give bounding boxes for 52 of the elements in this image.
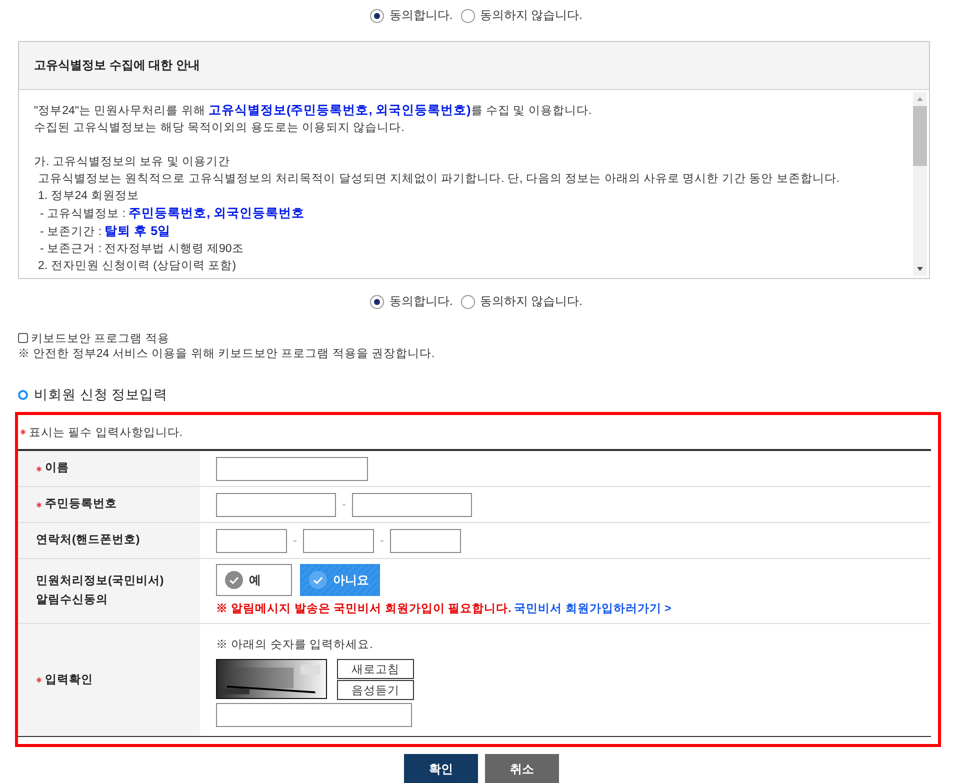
choice-button[interactable]: 예: [216, 564, 292, 596]
checkbox[interactable]: [18, 333, 28, 343]
notice-text: 고유식별정보는 원칙적으로 고유식별정보의 처리목적이 달성되면 지체없이 파기합니다. 단, 다음의 정보는 아래의 사유로 명시한 기간 동안 보존합니다.: [37, 172, 841, 187]
radio-label[interactable]: 동의합니다.: [389, 7, 453, 24]
notice-text: - 고유식별정보 : 주민등록번호, 외국인등록번호: [39, 205, 306, 222]
signup-link[interactable]: 국민비서 회원가입하러가기 >: [514, 603, 672, 615]
notice-text: 2. 전자민원 신청이력 (상담이력 포함): [37, 259, 238, 274]
field-label: 민원처리정보(국민비서) 알림수신동의: [36, 574, 164, 608]
security-note: ※ 안전한 정부24 서비스 이용을 위해 키보드보안 프로그램 적용을 권장합니다.: [18, 347, 436, 362]
captcha-button[interactable]: 새로고침: [337, 659, 414, 679]
scrollbar[interactable]: [913, 92, 927, 276]
action-button[interactable]: 확인: [404, 754, 478, 783]
notice-text: "정부24"는 민원사무처리를 위해 고유식별정보(주민등록번호, 외국인등록번호)를 수집 및 이용합니다.: [34, 102, 593, 119]
input-field[interactable]: [216, 703, 412, 727]
section-title: 비회원 신청 정보입력: [34, 386, 168, 404]
radio-button[interactable]: [370, 8, 384, 22]
field-label: 주민등록번호: [45, 497, 117, 512]
scroll-thumb[interactable]: [913, 106, 927, 166]
field-label: 이름: [45, 461, 69, 476]
input-field[interactable]: [352, 492, 472, 516]
input-field[interactable]: [390, 528, 461, 552]
radio-button[interactable]: [460, 8, 475, 22]
dash-separator: -: [292, 534, 298, 546]
required-icon: [20, 429, 26, 435]
field-label: 입력확인: [45, 672, 93, 688]
radio-label[interactable]: 동의하지 않습니다.: [480, 293, 582, 310]
dash-separator: -: [379, 534, 385, 546]
required-note: 표시는 필수 입력사항입니다.: [29, 426, 183, 440]
dash-separator: -: [341, 498, 347, 510]
notice-text: 가. 고유식별정보의 보유 및 이용기간: [34, 155, 231, 170]
input-field[interactable]: [216, 456, 368, 480]
action-button[interactable]: 취소: [485, 754, 559, 783]
warning-text: ※ 알림메시지 발송은 국민비서 회원가입이 필요합니다.: [216, 603, 512, 615]
check-icon: [225, 571, 243, 589]
notice-text: 수집된 고유식별정보는 해당 목적이외의 용도로는 이용되지 않습니다.: [34, 121, 406, 136]
check-icon: [309, 571, 327, 589]
field-label: 연락처(핸드폰번호): [36, 533, 140, 548]
notice-text: - 보존근거 : 전자정부법 시행령 제90조: [39, 242, 245, 257]
notice-text: 1. 정부24 회원정보: [37, 189, 140, 204]
radio-label[interactable]: 동의합니다.: [389, 293, 453, 310]
input-field[interactable]: [216, 492, 336, 516]
radio-button[interactable]: [460, 294, 475, 308]
input-field[interactable]: [216, 528, 287, 552]
notice-title: 고유식별정보 수집에 대한 안내: [19, 42, 929, 90]
bullet-icon: [18, 390, 28, 400]
input-field[interactable]: [303, 528, 374, 552]
radio-button[interactable]: [370, 294, 384, 308]
captcha-button[interactable]: 음성듣기: [337, 680, 414, 700]
captcha-hint: ※ 아래의 숫자를 입력하세요.: [216, 638, 374, 652]
notice-text: - 보존기간 : 탈퇴 후 5일: [39, 223, 172, 240]
radio-label[interactable]: 동의하지 않습니다.: [480, 7, 582, 24]
checkbox-label[interactable]: 키보드보안 프로그램 적용: [31, 330, 170, 346]
